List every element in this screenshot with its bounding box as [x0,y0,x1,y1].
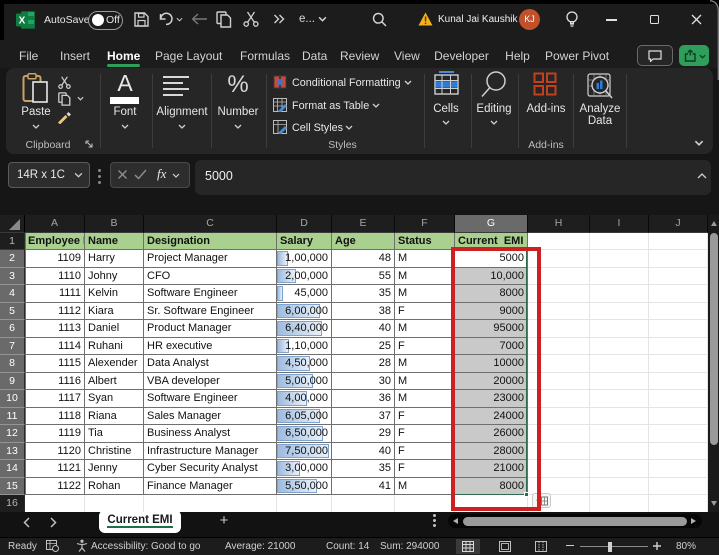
svg-text:X: X [19,16,26,27]
